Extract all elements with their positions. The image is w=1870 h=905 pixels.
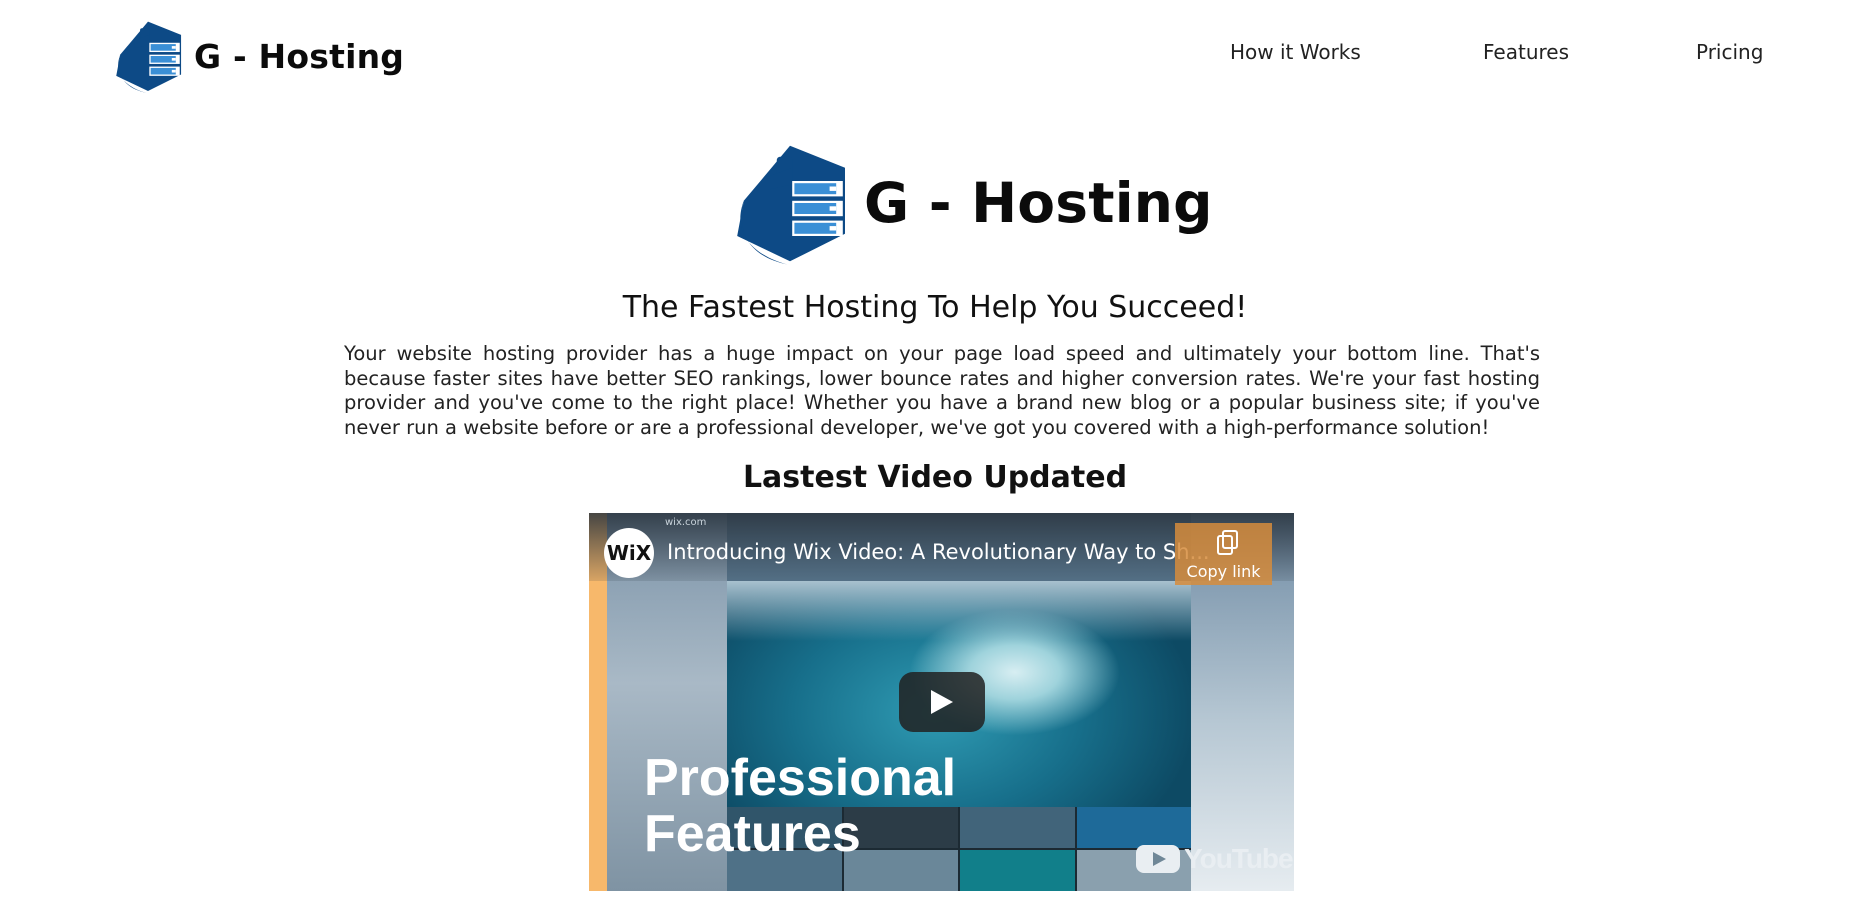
copy-link-icon — [1217, 530, 1238, 555]
server-thumbs-up-logo-icon — [737, 145, 845, 265]
header-brand-text: G - Hosting — [194, 36, 405, 76]
nav-how-it-works[interactable]: How it Works — [1230, 40, 1361, 64]
nav-features[interactable]: Features — [1483, 40, 1569, 64]
copy-link-button[interactable]: Copy link — [1175, 523, 1272, 585]
nav-pricing-label[interactable]: Pricing — [1696, 40, 1763, 64]
video-section-heading: Lastest Video Updated — [742, 460, 1128, 495]
overlay-line: Features — [644, 805, 861, 863]
nav-how-it-works-label[interactable]: How it Works — [1230, 40, 1361, 64]
page-headline: The Fastest Hosting To Help You Succeed! — [622, 290, 1248, 325]
page: G - Hosting How it Works Features Pricin… — [0, 0, 1870, 905]
hero-logo: G - Hosting — [724, 130, 1213, 275]
nav-features-label[interactable]: Features — [1483, 40, 1569, 64]
site-header: G - Hosting How it Works Features Pricin… — [0, 0, 1870, 110]
copy-link-label: Copy link — [1186, 562, 1261, 581]
video-url-text: wix.com — [665, 517, 707, 528]
youtube-logo-link[interactable]: YouTube — [1136, 843, 1294, 875]
intro-paragraph: Your website hosting provider has a huge… — [344, 342, 1540, 439]
hero-brand-text: G - Hosting — [864, 170, 1213, 235]
thumbnail — [1076, 807, 1191, 848]
youtube-icon — [1136, 845, 1180, 873]
video-wave-sky — [727, 581, 1191, 641]
server-thumbs-up-logo-icon — [116, 21, 182, 94]
play-button[interactable] — [899, 672, 985, 732]
youtube-video-embed[interactable]: wix.com WiX Introducing Wix Video: A Rev… — [589, 513, 1294, 891]
play-icon — [931, 690, 953, 714]
header-brand-link[interactable]: G - Hosting — [108, 14, 404, 98]
nav-pricing[interactable]: Pricing — [1696, 40, 1763, 64]
overlay-line: Professional — [644, 749, 957, 807]
channel-avatar[interactable]: WiX — [604, 528, 654, 578]
video-title[interactable]: Introducing Wix Video: A Revolutionary W… — [667, 540, 1210, 564]
youtube-label: YouTube — [1184, 843, 1294, 874]
video-overlay-text: Professional Features — [644, 750, 1044, 862]
channel-logo-text: WiX — [606, 541, 652, 565]
